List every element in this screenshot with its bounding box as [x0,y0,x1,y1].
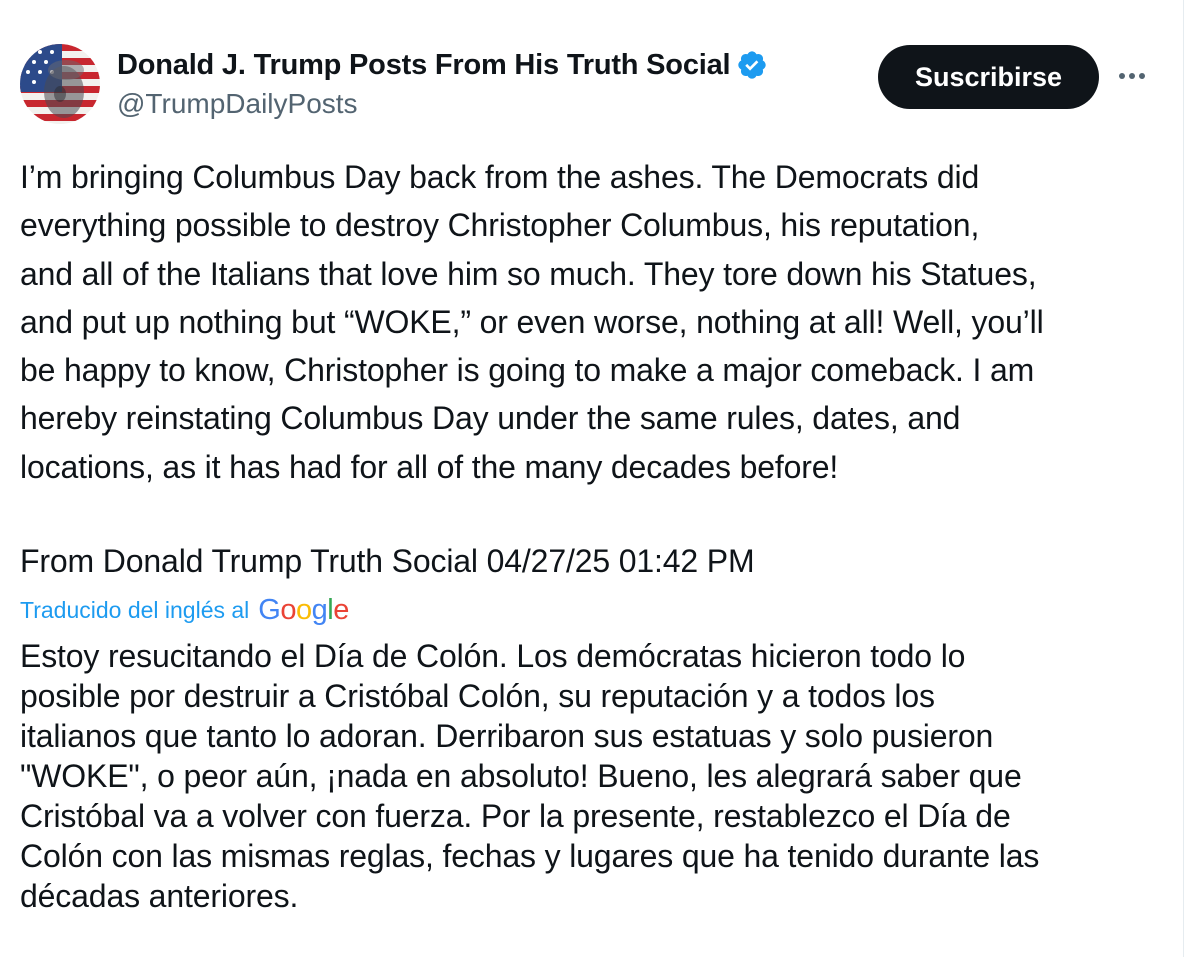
tweet-header: Donald J. Trump Posts From His Truth Soc… [20,44,1160,126]
google-logo-letter: o [280,593,296,626]
display-name[interactable]: Donald J. Trump Posts From His Truth Soc… [117,49,731,82]
subscribe-button[interactable]: Suscribirse [878,45,1099,109]
source-line: From Donald Trump Truth Social 04/27/25 … [20,543,755,579]
google-logo-letter: g [311,593,328,626]
avatar[interactable] [20,44,100,124]
translation-attribution: Traducido del inglés al Google [20,592,349,628]
display-name-row: Donald J. Trump Posts From His Truth Soc… [117,44,768,86]
google-logo-letter: G [258,593,281,626]
translated-label-link[interactable]: Traducido del inglés al [20,597,249,624]
tweet-text: I’m bringing Columbus Day back from the … [20,159,1044,485]
dot [1139,73,1145,79]
google-logo-letter: e [333,593,349,626]
user-handle[interactable]: @TrumpDailyPosts [117,88,768,120]
more-options-icon[interactable] [1112,58,1152,94]
google-logo-letter: o [295,593,312,626]
flag-portrait-avatar-icon [20,44,100,124]
dot [1119,73,1125,79]
tweet-card: Donald J. Trump Posts From His Truth Soc… [0,0,1184,957]
translated-text: Estoy resucitando el Día de Colón. Los d… [20,638,1040,914]
author-block: Donald J. Trump Posts From His Truth Soc… [117,44,768,120]
dot [1129,73,1135,79]
google-logo-icon: Google [258,594,349,627]
verified-badge-icon[interactable] [736,49,768,81]
